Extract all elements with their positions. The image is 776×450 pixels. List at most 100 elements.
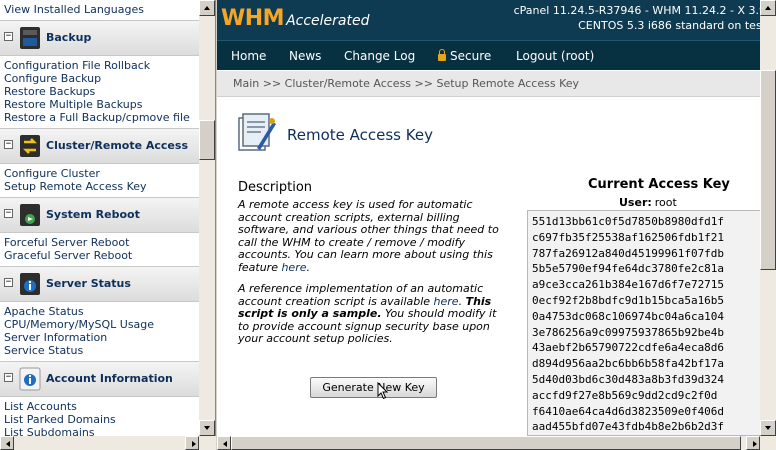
key-line: aad455bfd07e43fdb4b8e2b6b2d3f	[532, 420, 725, 434]
section-header-server-status[interactable]: − Server Status	[0, 266, 199, 302]
section-header-cluster[interactable]: − Cluster/Remote Access	[0, 128, 199, 164]
key-line: 5d40d03bd6c30d483a8b3fd39d324	[532, 372, 725, 386]
section-title: Backup	[46, 31, 92, 44]
right-horizontal-scrollbar[interactable]	[217, 436, 776, 450]
user-row: User: root	[619, 196, 677, 209]
account-info-icon	[19, 367, 41, 391]
section-header-account-information[interactable]: − Account Information	[0, 361, 199, 397]
nav-link-restore-backups[interactable]: Restore Backups	[0, 85, 199, 98]
logo-main-text: WHM	[221, 6, 285, 31]
nav-news[interactable]: News	[289, 49, 321, 63]
remote-access-key-icon	[238, 113, 276, 151]
user-value: root	[654, 196, 677, 209]
key-line: 3e786256a9c09975937865b92be4b	[532, 325, 725, 339]
main-content-frame: WHM Accelerated cPanel 11.24.5-R37946 - W…	[217, 0, 776, 436]
logo-sub-text: Accelerated	[286, 13, 370, 29]
scroll-left-button[interactable]	[217, 436, 231, 450]
section-title: Server Status	[46, 277, 131, 290]
section-header-backup[interactable]: − Backup	[0, 20, 199, 56]
scroll-up-button[interactable]	[199, 0, 215, 16]
scroll-down-button[interactable]	[760, 420, 776, 436]
collapse-icon[interactable]: −	[4, 32, 13, 41]
mouse-cursor-icon	[377, 382, 389, 400]
key-line: a9ce3cca261b384e167d6f7e72715	[532, 278, 725, 292]
description-paragraph: A remote access key is used for automati…	[238, 198, 510, 274]
section-title: System Reboot	[46, 208, 140, 221]
scroll-up-button[interactable]	[760, 0, 776, 16]
scroll-down-button[interactable]	[199, 420, 215, 436]
key-line: 551d13bb61c0f5d7850b8980dfd1f	[532, 215, 725, 228]
nav-link-restore-full-backup[interactable]: Restore a Full Backup/cpmove file	[0, 111, 190, 124]
nav-link-list-subdomains[interactable]: List Subdomains	[0, 426, 199, 436]
learn-more-link[interactable]: here	[281, 261, 306, 274]
key-line: 43aebf2b65790722cdfe6a4eca8d6	[532, 341, 725, 355]
cluster-icon	[20, 135, 40, 157]
nav-change-log[interactable]: Change Log	[344, 49, 415, 63]
breadcrumb-text[interactable]: Main >> Cluster/Remote Access >> Setup R…	[233, 77, 579, 90]
section-title: Account Information	[46, 372, 173, 385]
nav-link-apache-status[interactable]: Apache Status	[0, 305, 199, 318]
para-end: .	[306, 260, 310, 274]
nav-link-configure-cluster[interactable]: Configure Cluster	[0, 167, 199, 180]
nav-link-list-accounts[interactable]: List Accounts	[0, 400, 199, 413]
scroll-left-button[interactable]	[0, 436, 14, 450]
left-horizontal-scrollbar[interactable]	[0, 436, 216, 450]
user-label: User:	[619, 196, 652, 209]
nav-link-restore-multiple-backups[interactable]: Restore Multiple Backups	[0, 98, 199, 111]
server-status-icon	[20, 273, 40, 295]
current-access-key-heading: Current Access Key	[588, 177, 730, 192]
left-nav-frame: View Installed Languages − Backup Config…	[0, 0, 216, 436]
generate-new-key-button[interactable]: Generate New Key	[310, 377, 437, 398]
scroll-right-button[interactable]	[185, 436, 199, 450]
right-vertical-scrollbar[interactable]	[760, 0, 776, 436]
breadcrumb: Main >> Cluster/Remote Access >> Setup R…	[217, 71, 776, 97]
page-title: Remote Access Key	[287, 126, 433, 144]
nav-link-view-installed-languages[interactable]: View Installed Languages	[0, 3, 199, 16]
collapse-icon[interactable]: −	[4, 278, 13, 287]
os-info: CENTOS 5.3 i686 standard on test	[578, 19, 766, 32]
description-heading: Description	[238, 180, 313, 195]
left-nav-content: View Installed Languages − Backup Config…	[0, 0, 199, 436]
section-header-system-reboot[interactable]: − System Reboot	[0, 197, 199, 233]
reference-script-link[interactable]: here	[434, 295, 459, 308]
nav-link-list-parked-domains[interactable]: List Parked Domains	[0, 413, 199, 426]
nav-secure-label: Secure	[450, 49, 492, 63]
key-line: accfd9f27e8b569c9dd2cd9c2f0d	[532, 388, 718, 402]
scroll-thumb[interactable]	[199, 120, 215, 160]
scroll-thumb[interactable]	[760, 70, 776, 270]
key-line: 0ecf92f2b8bdfc9d1b15bca5a16b5	[532, 293, 725, 307]
access-key-textarea[interactable]: 551d13bb61c0f5d7850b8980dfd1f c697fb35f2…	[527, 210, 767, 436]
bottom-scrollbar-strip	[0, 436, 776, 450]
top-navigation: Home News Change Log Secure Logout (root…	[217, 40, 776, 70]
version-info: cPanel 11.24.5-R37946 - WHM 11.24.2 - X …	[513, 4, 766, 17]
key-line: 5b5e5790ef94fe64dc3780fe2c81a	[532, 262, 725, 276]
nav-link-setup-remote-access-key[interactable]: Setup Remote Access Key	[0, 180, 199, 193]
nav-link-server-information[interactable]: Server Information	[0, 331, 199, 344]
nav-secure[interactable]: Secure	[438, 49, 491, 63]
nav-link-graceful-server-reboot[interactable]: Graceful Server Reboot	[0, 249, 199, 262]
nav-logout[interactable]: Logout (root)	[516, 49, 594, 63]
lock-icon	[438, 49, 446, 61]
left-vertical-scrollbar[interactable]	[199, 0, 215, 436]
nav-link-service-status[interactable]: Service Status	[0, 344, 199, 357]
key-line: 0a4753dc068c106974bc04a6ca104	[532, 309, 725, 323]
key-line: f6410ae64ca4d6d3823509e0f406d	[532, 404, 725, 418]
nav-link-configure-backup[interactable]: Configure Backup	[0, 72, 199, 85]
para-text: A remote access key is used for automati…	[238, 198, 499, 274]
browser-viewport: View Installed Languages − Backup Config…	[0, 0, 776, 450]
collapse-icon[interactable]: −	[4, 373, 13, 382]
key-line: 787fa26912a840d45199961f07fdb	[532, 246, 725, 260]
nav-link-cpu-memory-mysql-usage[interactable]: CPU/Memory/MySQL Usage	[0, 318, 199, 331]
scroll-thumb[interactable]	[231, 436, 741, 450]
collapse-icon[interactable]: −	[4, 209, 13, 218]
nav-link-configuration-file-rollback[interactable]: Configuration File Rollback	[0, 59, 199, 72]
backup-icon	[20, 27, 40, 49]
para-mid: .	[458, 294, 466, 308]
section-title: Cluster/Remote Access	[46, 139, 188, 152]
scroll-right-button[interactable]	[746, 436, 760, 450]
whm-logo: WHM Accelerated	[221, 6, 370, 34]
collapse-icon[interactable]: −	[4, 140, 13, 149]
nav-home[interactable]: Home	[231, 49, 266, 63]
nav-link-forceful-server-reboot[interactable]: Forceful Server Reboot	[0, 236, 199, 249]
reference-paragraph: A reference implementation of an automat…	[238, 282, 510, 346]
